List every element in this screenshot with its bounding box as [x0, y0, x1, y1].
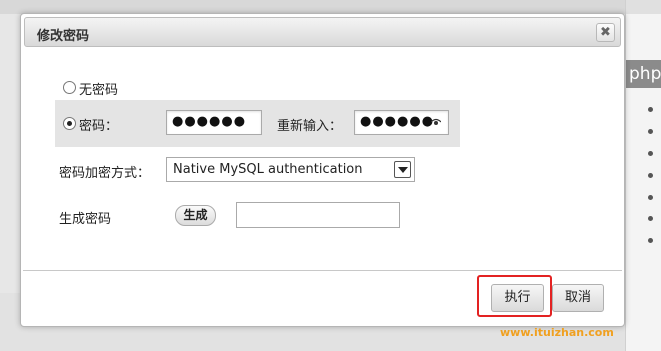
eye-icon[interactable]	[431, 118, 441, 126]
background-php-tab: php	[626, 60, 661, 88]
background-bullet	[648, 173, 653, 178]
watermark: www.ituizhan.com	[500, 326, 614, 339]
background-bullet	[648, 151, 653, 156]
dialog-titlebar[interactable]: 修改密码 ✖	[24, 17, 621, 47]
background-right-column	[625, 0, 661, 351]
background-bullet	[648, 238, 653, 243]
generate-password-label: 生成密码	[59, 212, 112, 227]
dialog-title: 修改密码	[37, 29, 90, 44]
background-bullet	[648, 107, 653, 112]
generate-button[interactable]: 生成	[175, 205, 216, 226]
background-right-strip	[626, 0, 661, 14]
password-input[interactable]: ●●●●●●	[166, 110, 262, 135]
reenter-password-value: ●●●●●●	[360, 114, 435, 129]
execute-button[interactable]: 执行	[491, 284, 544, 312]
background-top-bar	[0, 0, 661, 14]
reenter-label: 重新输入：	[277, 119, 343, 134]
background-bullet	[648, 216, 653, 221]
hashing-label: 密码加密方式：	[59, 166, 151, 181]
footer-divider	[23, 270, 622, 271]
no-password-label[interactable]: 无密码	[79, 79, 118, 98]
change-password-dialog: 修改密码 ✖ 无密码 密码： ●●●●●● 重新输入： ●●●●●● 密码加密方…	[20, 13, 625, 327]
password-radio[interactable]	[63, 117, 76, 130]
generated-password-input[interactable]	[236, 202, 400, 228]
chevron-down-icon[interactable]	[394, 161, 411, 178]
close-icon[interactable]: ✖	[596, 23, 615, 42]
hashing-selected-value: Native MySQL authentication	[173, 162, 363, 177]
background-bullet	[648, 129, 653, 134]
background-bullet	[648, 195, 653, 200]
hashing-select[interactable]: Native MySQL authentication	[166, 157, 415, 182]
password-label[interactable]: 密码：	[79, 115, 118, 134]
reenter-password-input[interactable]: ●●●●●●	[354, 110, 449, 135]
no-password-radio[interactable]	[63, 81, 76, 94]
cancel-button[interactable]: 取消	[552, 284, 604, 312]
